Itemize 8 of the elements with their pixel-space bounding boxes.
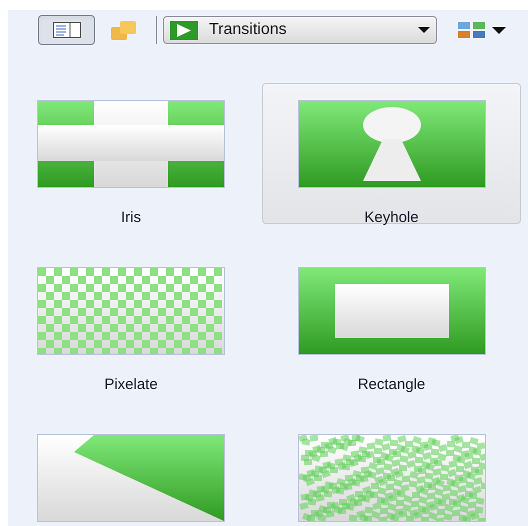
transition-tile[interactable]: Keyhole <box>262 83 521 224</box>
thumbnail-view-icon[interactable] <box>457 21 487 39</box>
details-pane-button[interactable] <box>38 15 95 45</box>
play-icon <box>170 20 198 40</box>
category-dropdown[interactable]: Transitions <box>163 16 437 44</box>
caret-icon <box>418 27 430 33</box>
caret-icon[interactable] <box>492 26 506 34</box>
pane-layout-icon <box>52 22 80 38</box>
